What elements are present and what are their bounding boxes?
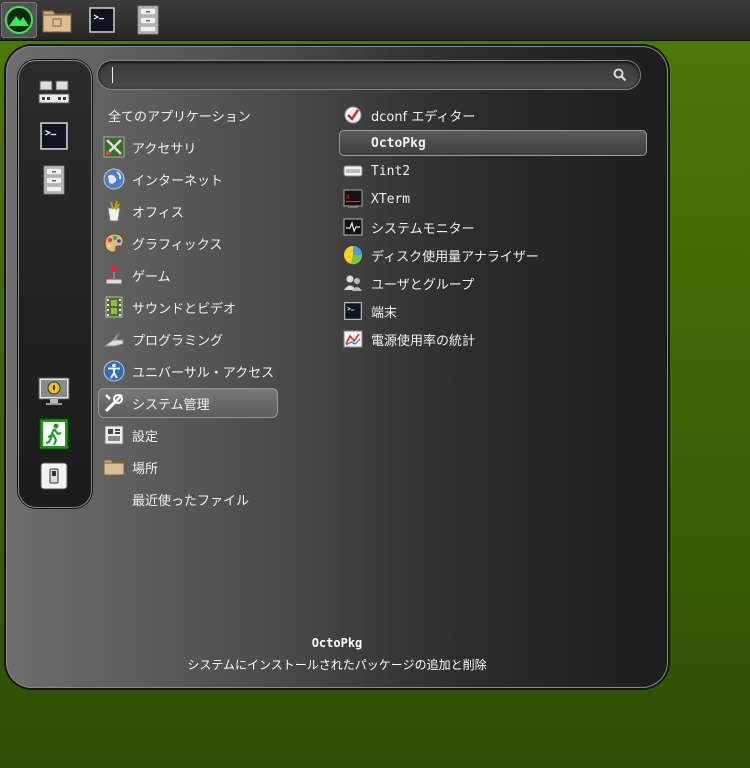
graphics-palette-icon bbox=[104, 233, 124, 253]
accessories-icon bbox=[103, 136, 125, 158]
film-strip-icon bbox=[105, 296, 123, 318]
app-label: XTerm bbox=[371, 191, 411, 207]
category-all-applications[interactable]: 全てのアプリケーション bbox=[98, 100, 288, 130]
category-label: プログラミング bbox=[132, 333, 224, 349]
category-places[interactable]: 場所 bbox=[98, 452, 278, 482]
file-manager-button[interactable] bbox=[39, 2, 75, 38]
terminal-launcher-button[interactable] bbox=[84, 2, 120, 38]
category-settings[interactable]: 設定 bbox=[98, 420, 278, 450]
app-terminal[interactable]: 端末 bbox=[339, 298, 647, 324]
category-label: ゲーム bbox=[132, 269, 171, 285]
category-label: 最近使ったファイル bbox=[132, 493, 250, 509]
app-label: Tint2 bbox=[371, 163, 411, 179]
category-recent-files[interactable]: 最近使ったファイル bbox=[98, 484, 278, 514]
file-cabinet-launcher-button[interactable] bbox=[130, 2, 166, 38]
search-icon[interactable] bbox=[612, 67, 628, 83]
app-system-monitor[interactable]: システムモニター bbox=[339, 214, 647, 240]
app-octopkg[interactable]: OctoPkg bbox=[339, 130, 647, 156]
app-dconf-editor[interactable]: dconf エディター bbox=[339, 102, 647, 128]
search-box bbox=[98, 61, 640, 89]
taskbar bbox=[0, 0, 750, 41]
app-label: ユーザとグループ bbox=[371, 277, 474, 293]
programming-icon bbox=[103, 333, 124, 347]
category-label: サウンドとビデオ bbox=[132, 301, 237, 317]
folder-icon bbox=[103, 459, 125, 476]
joystick-icon bbox=[105, 266, 123, 285]
category-programming[interactable]: プログラミング bbox=[98, 324, 278, 354]
users-groups-icon bbox=[344, 275, 362, 291]
logout-button[interactable] bbox=[34, 414, 74, 454]
terminal-icon bbox=[40, 122, 68, 150]
app-label: OctoPkg bbox=[371, 135, 426, 151]
app-label: dconf エディター bbox=[371, 109, 476, 125]
menu-launcher-button[interactable] bbox=[1, 2, 37, 38]
tools-icon bbox=[104, 394, 123, 413]
category-label: インターネット bbox=[132, 173, 224, 189]
category-internet[interactable]: インターネット bbox=[98, 164, 278, 194]
shutdown-button[interactable] bbox=[34, 456, 74, 496]
category-label: ユニバーサル・アクセス bbox=[132, 365, 275, 381]
lock-screen-icon bbox=[38, 377, 70, 405]
favorite-network-button[interactable] bbox=[34, 72, 74, 112]
category-label: オフィス bbox=[132, 205, 184, 221]
category-label: アクセサリ bbox=[132, 141, 197, 157]
app-power-statistics[interactable]: 電源使用率の統計 bbox=[339, 326, 647, 352]
network-devices-icon bbox=[38, 80, 70, 104]
category-label: 場所 bbox=[132, 461, 159, 477]
file-cabinet-icon bbox=[43, 165, 65, 195]
terminal-icon bbox=[89, 7, 115, 33]
tint2-icon bbox=[343, 165, 363, 177]
app-tint2[interactable]: Tint2 bbox=[339, 158, 647, 184]
category-universal-access[interactable]: ユニバーサル・アクセス bbox=[98, 356, 278, 386]
blank-icon-spacer bbox=[102, 487, 126, 511]
app-disk-usage-analyzer[interactable]: ディスク使用量アナライザー bbox=[339, 242, 647, 268]
category-games[interactable]: ゲーム bbox=[98, 260, 278, 290]
terminal-icon bbox=[344, 302, 362, 320]
app-label: 電源使用率の統計 bbox=[371, 333, 476, 349]
app-label: 端末 bbox=[371, 305, 398, 321]
dconf-icon bbox=[344, 106, 362, 124]
category-system-administration[interactable]: システム管理 bbox=[98, 388, 278, 418]
disk-usage-icon bbox=[344, 246, 363, 265]
text-cursor bbox=[112, 67, 113, 83]
category-sound-video[interactable]: サウンドとビデオ bbox=[98, 292, 278, 322]
category-label: 設定 bbox=[132, 429, 159, 445]
selected-app-title: OctoPkg bbox=[311, 636, 363, 650]
app-users-groups[interactable]: ユーザとグループ bbox=[339, 270, 647, 296]
category-label: システム管理 bbox=[132, 397, 210, 413]
favorite-file-cabinet-button[interactable] bbox=[34, 160, 74, 200]
app-xterm[interactable]: X XTerm bbox=[339, 186, 647, 212]
category-accessories[interactable]: アクセサリ bbox=[98, 132, 278, 162]
file-manager-icon bbox=[42, 10, 72, 33]
application-menu: 全てのアプリケーション アクセサリ インターネット オフィス グラフィックス ゲ… bbox=[6, 46, 668, 688]
accessibility-icon bbox=[103, 360, 125, 382]
favorite-terminal-button[interactable] bbox=[34, 116, 74, 156]
logout-exit-icon bbox=[39, 418, 69, 450]
svg-text:X: X bbox=[346, 194, 350, 201]
system-monitor-icon bbox=[343, 218, 363, 236]
app-label: ディスク使用量アナライザー bbox=[371, 249, 539, 265]
xterm-icon: X bbox=[343, 189, 363, 208]
search-input[interactable] bbox=[110, 65, 604, 87]
octopkg-icon bbox=[343, 133, 363, 153]
app-label: システムモニター bbox=[371, 221, 475, 237]
category-office[interactable]: オフィス bbox=[98, 196, 278, 226]
internet-globe-icon bbox=[103, 168, 125, 190]
selected-app-description: システムにインストールされたパッケージの追加と削除 bbox=[187, 658, 487, 672]
file-cabinet-icon bbox=[137, 5, 159, 35]
category-graphics[interactable]: グラフィックス bbox=[98, 228, 278, 258]
favorites-sidebar bbox=[18, 60, 92, 508]
settings-icon bbox=[104, 425, 124, 445]
category-label: グラフィックス bbox=[132, 237, 223, 253]
lock-screen-button[interactable] bbox=[34, 372, 74, 412]
category-label: 全てのアプリケーション bbox=[108, 109, 251, 125]
office-icon bbox=[107, 200, 121, 222]
power-stats-icon bbox=[343, 330, 363, 348]
shutdown-icon bbox=[40, 462, 68, 490]
menu-logo-icon bbox=[5, 6, 33, 34]
